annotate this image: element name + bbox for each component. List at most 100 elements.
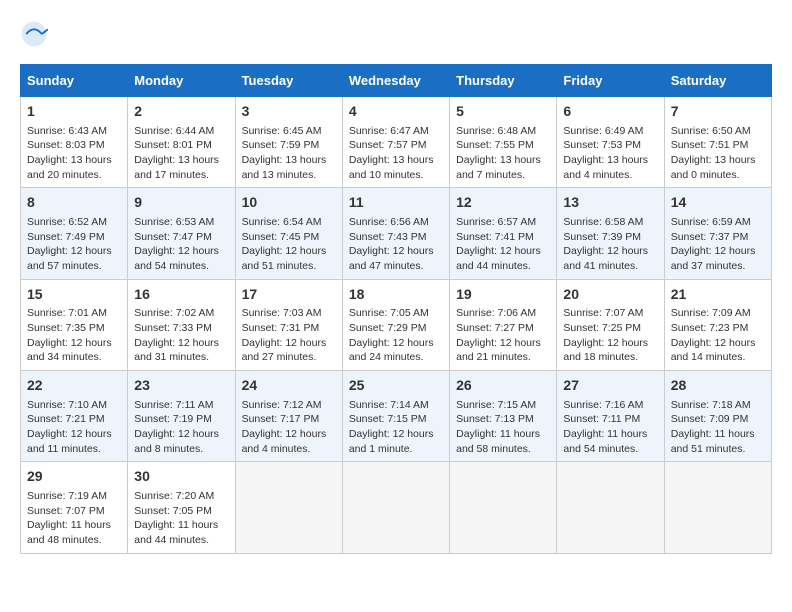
day-number: 16 xyxy=(134,285,228,305)
day-number: 21 xyxy=(671,285,765,305)
calendar-table: Sunday Monday Tuesday Wednesday Thursday… xyxy=(20,64,772,554)
daylight-label: Daylight: 13 hours and 4 minutes. xyxy=(563,154,648,181)
calendar-cell: 17Sunrise: 7:03 AMSunset: 7:31 PMDayligh… xyxy=(235,279,342,370)
day-number: 29 xyxy=(27,467,121,487)
calendar-cell: 23Sunrise: 7:11 AMSunset: 7:19 PMDayligh… xyxy=(128,371,235,462)
daylight-label: Daylight: 12 hours and 18 minutes. xyxy=(563,337,648,364)
day-number: 2 xyxy=(134,102,228,122)
calendar-cell: 21Sunrise: 7:09 AMSunset: 7:23 PMDayligh… xyxy=(664,279,771,370)
sunset-label: Sunset: 7:47 PM xyxy=(134,231,212,243)
header-thursday: Thursday xyxy=(450,65,557,97)
day-number: 30 xyxy=(134,467,228,487)
sunset-label: Sunset: 7:45 PM xyxy=(242,231,320,243)
calendar-cell: 20Sunrise: 7:07 AMSunset: 7:25 PMDayligh… xyxy=(557,279,664,370)
calendar-cell xyxy=(664,462,771,553)
daylight-label: Daylight: 13 hours and 13 minutes. xyxy=(242,154,327,181)
calendar-cell: 19Sunrise: 7:06 AMSunset: 7:27 PMDayligh… xyxy=(450,279,557,370)
day-number: 18 xyxy=(349,285,443,305)
sunrise-label: Sunrise: 6:45 AM xyxy=(242,125,322,137)
sunset-label: Sunset: 7:51 PM xyxy=(671,139,749,151)
sunset-label: Sunset: 7:31 PM xyxy=(242,322,320,334)
calendar-cell: 4Sunrise: 6:47 AMSunset: 7:57 PMDaylight… xyxy=(342,97,449,188)
sunset-label: Sunset: 7:43 PM xyxy=(349,231,427,243)
calendar-week-2: 8Sunrise: 6:52 AMSunset: 7:49 PMDaylight… xyxy=(21,188,772,279)
calendar-cell: 12Sunrise: 6:57 AMSunset: 7:41 PMDayligh… xyxy=(450,188,557,279)
daylight-label: Daylight: 12 hours and 21 minutes. xyxy=(456,337,541,364)
sunrise-label: Sunrise: 7:16 AM xyxy=(563,399,643,411)
sunrise-label: Sunrise: 6:47 AM xyxy=(349,125,429,137)
calendar-cell: 27Sunrise: 7:16 AMSunset: 7:11 PMDayligh… xyxy=(557,371,664,462)
day-number: 22 xyxy=(27,376,121,396)
daylight-label: Daylight: 12 hours and 54 minutes. xyxy=(134,245,219,272)
day-number: 27 xyxy=(563,376,657,396)
day-number: 7 xyxy=(671,102,765,122)
calendar-cell: 25Sunrise: 7:14 AMSunset: 7:15 PMDayligh… xyxy=(342,371,449,462)
daylight-label: Daylight: 12 hours and 57 minutes. xyxy=(27,245,112,272)
day-number: 15 xyxy=(27,285,121,305)
sunrise-label: Sunrise: 7:15 AM xyxy=(456,399,536,411)
sunset-label: Sunset: 7:15 PM xyxy=(349,413,427,425)
page-header xyxy=(20,20,772,48)
day-number: 26 xyxy=(456,376,550,396)
calendar-cell: 26Sunrise: 7:15 AMSunset: 7:13 PMDayligh… xyxy=(450,371,557,462)
calendar-cell xyxy=(342,462,449,553)
day-number: 24 xyxy=(242,376,336,396)
sunset-label: Sunset: 7:07 PM xyxy=(27,505,105,517)
daylight-label: Daylight: 12 hours and 31 minutes. xyxy=(134,337,219,364)
sunset-label: Sunset: 7:21 PM xyxy=(27,413,105,425)
header-friday: Friday xyxy=(557,65,664,97)
day-number: 1 xyxy=(27,102,121,122)
sunset-label: Sunset: 7:17 PM xyxy=(242,413,320,425)
sunset-label: Sunset: 7:37 PM xyxy=(671,231,749,243)
sunset-label: Sunset: 7:29 PM xyxy=(349,322,427,334)
day-number: 25 xyxy=(349,376,443,396)
day-number: 9 xyxy=(134,193,228,213)
header-wednesday: Wednesday xyxy=(342,65,449,97)
calendar-cell: 1Sunrise: 6:43 AMSunset: 8:03 PMDaylight… xyxy=(21,97,128,188)
sunrise-label: Sunrise: 7:14 AM xyxy=(349,399,429,411)
sunrise-label: Sunrise: 7:18 AM xyxy=(671,399,751,411)
sunrise-label: Sunrise: 7:06 AM xyxy=(456,307,536,319)
sunset-label: Sunset: 7:39 PM xyxy=(563,231,641,243)
header-monday: Monday xyxy=(128,65,235,97)
calendar-cell: 2Sunrise: 6:44 AMSunset: 8:01 PMDaylight… xyxy=(128,97,235,188)
calendar-cell: 6Sunrise: 6:49 AMSunset: 7:53 PMDaylight… xyxy=(557,97,664,188)
daylight-label: Daylight: 12 hours and 11 minutes. xyxy=(27,428,112,455)
sunrise-label: Sunrise: 6:58 AM xyxy=(563,216,643,228)
day-number: 28 xyxy=(671,376,765,396)
daylight-label: Daylight: 12 hours and 51 minutes. xyxy=(242,245,327,272)
header-sunday: Sunday xyxy=(21,65,128,97)
calendar-cell: 11Sunrise: 6:56 AMSunset: 7:43 PMDayligh… xyxy=(342,188,449,279)
sunrise-label: Sunrise: 7:02 AM xyxy=(134,307,214,319)
sunrise-label: Sunrise: 6:52 AM xyxy=(27,216,107,228)
sunrise-label: Sunrise: 6:57 AM xyxy=(456,216,536,228)
day-number: 13 xyxy=(563,193,657,213)
daylight-label: Daylight: 13 hours and 17 minutes. xyxy=(134,154,219,181)
daylight-label: Daylight: 12 hours and 34 minutes. xyxy=(27,337,112,364)
sunset-label: Sunset: 7:55 PM xyxy=(456,139,534,151)
calendar-cell: 14Sunrise: 6:59 AMSunset: 7:37 PMDayligh… xyxy=(664,188,771,279)
calendar-cell: 7Sunrise: 6:50 AMSunset: 7:51 PMDaylight… xyxy=(664,97,771,188)
sunset-label: Sunset: 8:03 PM xyxy=(27,139,105,151)
calendar-week-1: 1Sunrise: 6:43 AMSunset: 8:03 PMDaylight… xyxy=(21,97,772,188)
calendar-cell: 28Sunrise: 7:18 AMSunset: 7:09 PMDayligh… xyxy=(664,371,771,462)
daylight-label: Daylight: 11 hours and 48 minutes. xyxy=(27,519,111,546)
sunrise-label: Sunrise: 7:20 AM xyxy=(134,490,214,502)
sunset-label: Sunset: 7:53 PM xyxy=(563,139,641,151)
sunset-label: Sunset: 7:59 PM xyxy=(242,139,320,151)
calendar-cell: 15Sunrise: 7:01 AMSunset: 7:35 PMDayligh… xyxy=(21,279,128,370)
calendar-cell: 5Sunrise: 6:48 AMSunset: 7:55 PMDaylight… xyxy=(450,97,557,188)
daylight-label: Daylight: 11 hours and 51 minutes. xyxy=(671,428,755,455)
calendar-cell: 30Sunrise: 7:20 AMSunset: 7:05 PMDayligh… xyxy=(128,462,235,553)
calendar-cell: 18Sunrise: 7:05 AMSunset: 7:29 PMDayligh… xyxy=(342,279,449,370)
sunrise-label: Sunrise: 7:03 AM xyxy=(242,307,322,319)
sunset-label: Sunset: 7:19 PM xyxy=(134,413,212,425)
header-saturday: Saturday xyxy=(664,65,771,97)
calendar-cell: 22Sunrise: 7:10 AMSunset: 7:21 PMDayligh… xyxy=(21,371,128,462)
calendar-week-3: 15Sunrise: 7:01 AMSunset: 7:35 PMDayligh… xyxy=(21,279,772,370)
daylight-label: Daylight: 12 hours and 41 minutes. xyxy=(563,245,648,272)
sunrise-label: Sunrise: 7:01 AM xyxy=(27,307,107,319)
daylight-label: Daylight: 11 hours and 44 minutes. xyxy=(134,519,218,546)
daylight-label: Daylight: 13 hours and 20 minutes. xyxy=(27,154,112,181)
logo-icon xyxy=(20,20,48,48)
